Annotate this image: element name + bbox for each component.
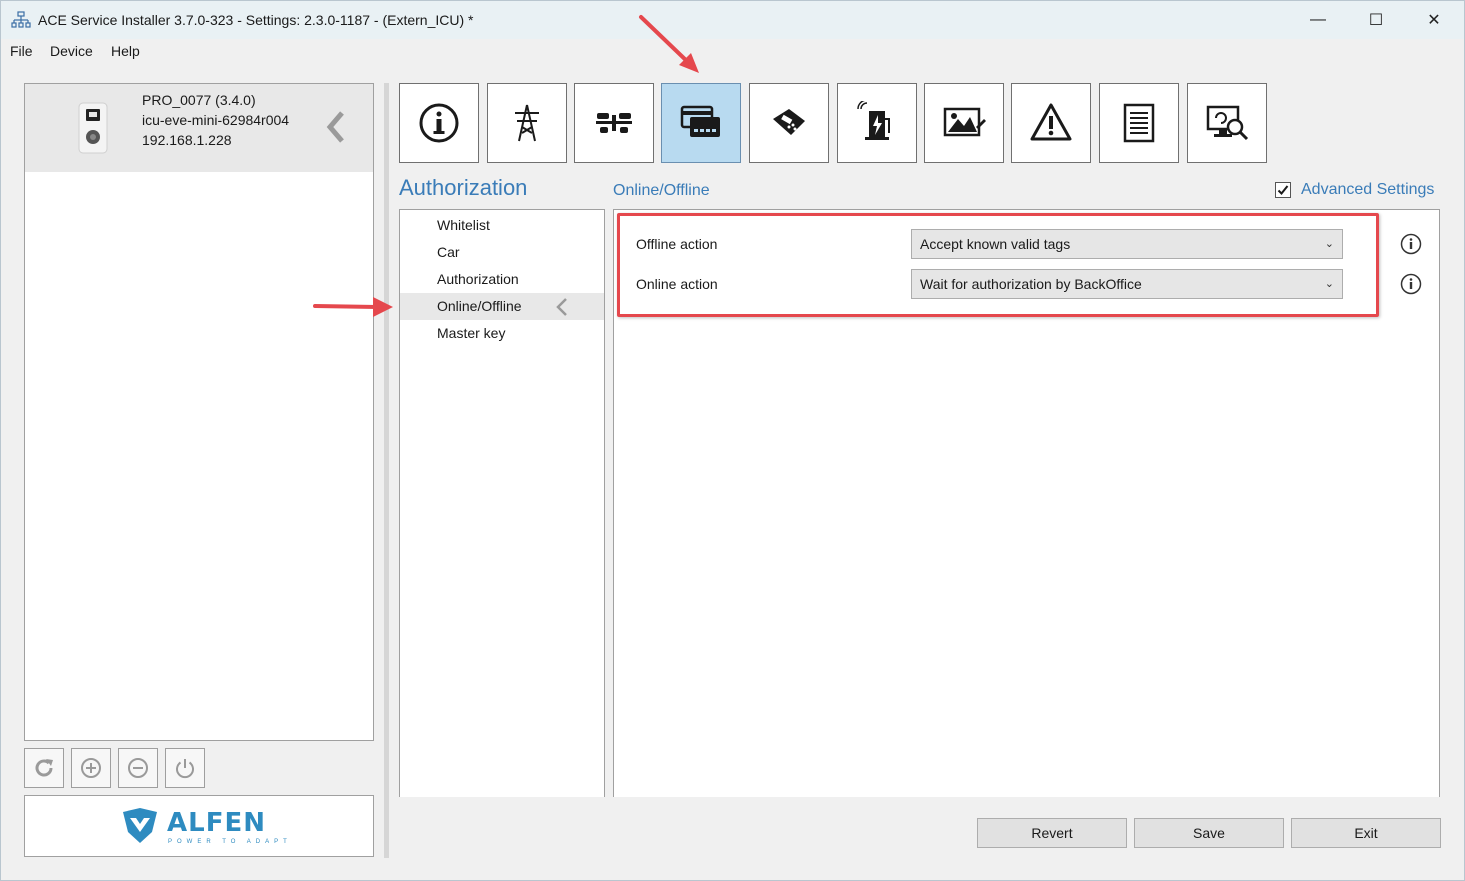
charger-device-icon (78, 102, 108, 154)
remove-icon (128, 758, 148, 778)
tab-documents[interactable] (1099, 83, 1179, 163)
minimize-icon: — (1310, 11, 1326, 28)
tab-authorization[interactable] (661, 83, 741, 163)
brand-logo-box: ALFEN POWER TO ADAPT (24, 795, 374, 857)
tab-charging-station[interactable] (837, 83, 917, 163)
revert-button[interactable]: Revert (977, 818, 1127, 848)
charging-station-icon (857, 101, 890, 140)
app-window: ACE Service Installer 3.7.0-323 - Settin… (0, 0, 1465, 881)
nav-item-car[interactable]: Car (400, 239, 604, 266)
display-image-icon (943, 107, 986, 137)
monitor-diagnostics-icon (1206, 105, 1249, 141)
device-list: PRO_0077 (3.4.0) icu-eve-mini-62984r004 … (24, 83, 374, 741)
refresh-button[interactable] (24, 748, 64, 788)
exit-button[interactable]: Exit (1291, 818, 1441, 848)
tab-warnings[interactable] (1011, 83, 1091, 163)
tab-info[interactable] (399, 83, 479, 163)
device-name: PRO_0077 (3.4.0) (142, 92, 256, 108)
subsection-title: Online/Offline (613, 182, 710, 199)
document-icon (1123, 103, 1155, 143)
save-button[interactable]: Save (1134, 818, 1284, 848)
alfen-shield-logo (123, 808, 157, 843)
close-icon: ✕ (1427, 12, 1441, 29)
advanced-settings-toggle[interactable]: Advanced Settings (1275, 181, 1434, 199)
tab-payment-terminal[interactable] (749, 83, 829, 163)
power-button[interactable] (165, 748, 205, 788)
annotation-arrow-icon (639, 15, 699, 73)
device-list-item[interactable]: PRO_0077 (3.4.0) icu-eve-mini-62984r004 … (25, 84, 373, 172)
authorization-card-icon (680, 105, 720, 137)
annotation-highlight-box (617, 213, 1379, 317)
brand-tagline: POWER TO ADAPT (168, 839, 292, 845)
power-icon (176, 759, 194, 779)
refresh-icon (35, 759, 53, 777)
add-icon (81, 758, 101, 778)
nav-item-whitelist[interactable]: Whitelist (400, 212, 604, 239)
tab-display[interactable] (924, 83, 1004, 163)
menu-device[interactable]: Device (50, 43, 93, 59)
menu-bar: File Device Help (1, 39, 1464, 63)
info-icon (419, 103, 459, 143)
maximize-icon: ☐ (1368, 12, 1384, 29)
brand-name: ALFEN (167, 808, 266, 838)
tab-load-balancing[interactable] (574, 83, 654, 163)
maximize-button[interactable]: ☐ (1347, 1, 1405, 39)
nav-item-label: Online/Offline (437, 298, 522, 314)
advanced-settings-checkbox[interactable] (1275, 182, 1291, 198)
tab-power-grid[interactable] (487, 83, 567, 163)
power-grid-icon (515, 104, 539, 142)
chevron-left-icon (556, 298, 567, 316)
payment-terminal-icon (773, 109, 805, 135)
load-balancing-icon (596, 113, 632, 133)
device-id: icu-eve-mini-62984r004 (142, 112, 290, 128)
section-title: Authorization (399, 175, 528, 200)
checkmark-icon (1277, 185, 1289, 195)
warning-icon (1030, 103, 1072, 141)
title-bar: ACE Service Installer 3.7.0-323 - Settin… (1, 1, 1464, 39)
device-ip: 192.168.1.228 (142, 132, 232, 148)
chevron-left-icon[interactable] (325, 110, 347, 144)
panel-splitter[interactable] (384, 83, 389, 858)
nav-item-authorization[interactable]: Authorization (400, 266, 604, 293)
nav-item-master-key[interactable]: Master key (400, 320, 604, 347)
add-device-button[interactable] (71, 748, 111, 788)
info-icon[interactable] (1400, 233, 1422, 255)
subsection-nav: Whitelist Car Authorization Online/Offli… (399, 209, 605, 797)
network-app-icon (11, 11, 31, 28)
remove-device-button[interactable] (118, 748, 158, 788)
close-button[interactable]: ✕ (1405, 1, 1463, 39)
window-title: ACE Service Installer 3.7.0-323 - Settin… (38, 12, 474, 28)
nav-item-online-offline[interactable]: Online/Offline (400, 293, 604, 320)
menu-help[interactable]: Help (111, 43, 140, 59)
menu-file[interactable]: File (10, 43, 33, 59)
info-icon[interactable] (1400, 273, 1422, 295)
minimize-button[interactable]: — (1289, 1, 1347, 39)
annotation-arrow-icon (313, 297, 393, 317)
advanced-settings-label: Advanced Settings (1301, 181, 1435, 198)
tab-diagnostics[interactable] (1187, 83, 1267, 163)
